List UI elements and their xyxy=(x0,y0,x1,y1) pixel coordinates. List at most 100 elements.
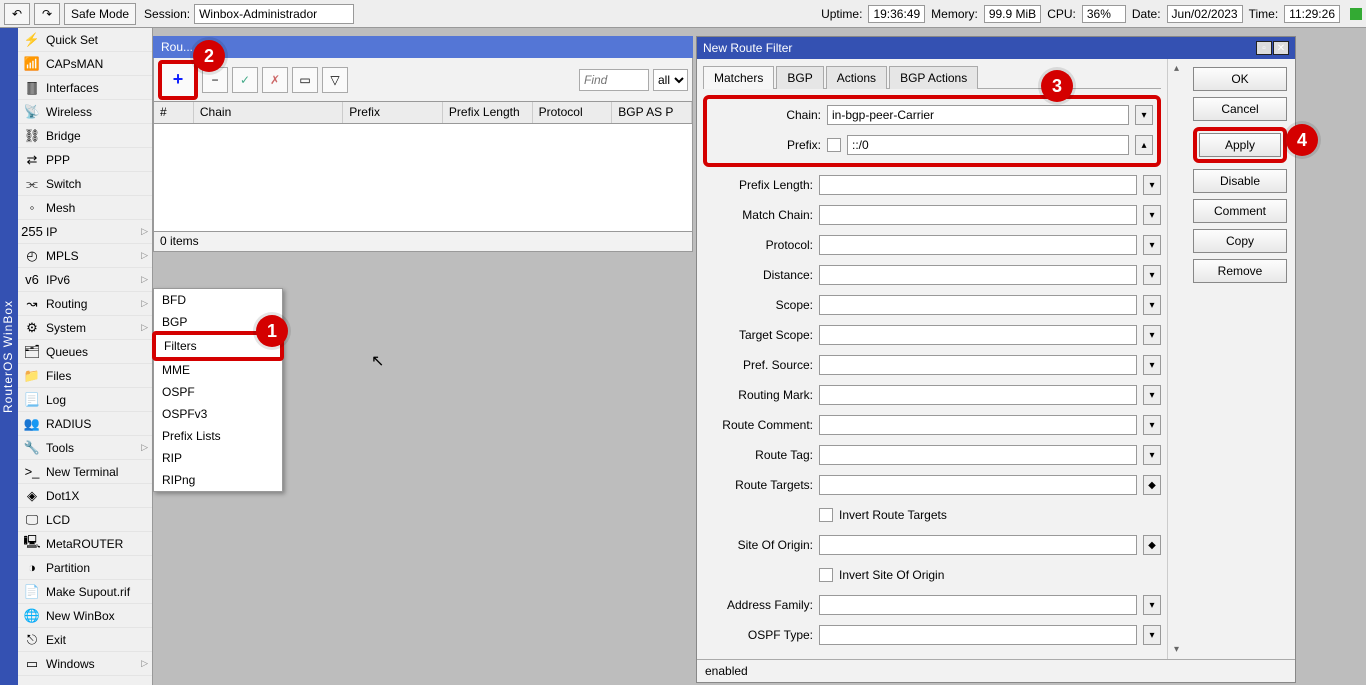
sidebar-item-windows[interactable]: ▭Windows▷ xyxy=(18,652,152,676)
submenu-item-ospf[interactable]: OSPF xyxy=(154,381,282,403)
back-button[interactable]: ↶ xyxy=(4,3,30,25)
disable-button[interactable]: ✗ xyxy=(262,67,288,93)
sidebar-item-mpls[interactable]: ◴MPLS▷ xyxy=(18,244,152,268)
sidebar-item-interfaces[interactable]: 🀫Interfaces xyxy=(18,76,152,100)
field-input[interactable] xyxy=(819,535,1137,555)
sidebar-item-routing[interactable]: ↝Routing▷ xyxy=(18,292,152,316)
field-input[interactable] xyxy=(819,475,1137,495)
field-input[interactable] xyxy=(819,175,1137,195)
submenu-item-prefix-lists[interactable]: Prefix Lists xyxy=(154,425,282,447)
field-input[interactable] xyxy=(819,265,1137,285)
field-input[interactable] xyxy=(819,205,1137,225)
comment-button[interactable]: Comment xyxy=(1193,199,1287,223)
comment-icon-button[interactable]: ▭ xyxy=(292,67,318,93)
dropdown-icon[interactable]: ▾ xyxy=(1143,295,1161,315)
checkbox[interactable] xyxy=(819,508,833,522)
dropdown-icon[interactable]: ◆ xyxy=(1143,475,1161,495)
checkbox[interactable] xyxy=(827,138,841,152)
sidebar-item-quick-set[interactable]: ⚡Quick Set xyxy=(18,28,152,52)
forward-button[interactable]: ↷ xyxy=(34,3,60,25)
tab-matchers[interactable]: Matchers xyxy=(703,66,774,89)
apply-button[interactable]: Apply xyxy=(1199,133,1281,157)
scroll-up-icon[interactable]: ▴ xyxy=(1174,63,1179,74)
tab-bgp-actions[interactable]: BGP Actions xyxy=(889,66,978,89)
filter-funnel-button[interactable]: ▽ xyxy=(322,67,348,93)
dropdown-icon[interactable]: ▾ xyxy=(1143,595,1161,615)
ok-button[interactable]: OK xyxy=(1193,67,1287,91)
sidebar-item-capsman[interactable]: 📶CAPsMAN xyxy=(18,52,152,76)
sidebar-item-ipv6[interactable]: v6IPv6▷ xyxy=(18,268,152,292)
all-select[interactable]: all xyxy=(653,69,688,91)
cancel-button[interactable]: Cancel xyxy=(1193,97,1287,121)
remove-button[interactable]: Remove xyxy=(1193,259,1287,283)
dropdown-icon[interactable]: ▾ xyxy=(1143,415,1161,435)
dialog-titlebar[interactable]: New Route Filter ▫ ✕ xyxy=(697,37,1295,59)
field-input[interactable] xyxy=(819,385,1137,405)
field-input[interactable] xyxy=(819,415,1137,435)
field-input[interactable] xyxy=(819,445,1137,465)
close-icon[interactable]: ✕ xyxy=(1273,41,1289,55)
sidebar-item-new-winbox[interactable]: 🌐New WinBox xyxy=(18,604,152,628)
sidebar-item-dot1x[interactable]: ◈Dot1X xyxy=(18,484,152,508)
field-input[interactable] xyxy=(819,235,1137,255)
checkbox[interactable] xyxy=(819,568,833,582)
column-header-cell[interactable]: Protocol xyxy=(533,102,613,123)
sidebar-item-system[interactable]: ⚙System▷ xyxy=(18,316,152,340)
column-header-cell[interactable]: Prefix xyxy=(343,102,443,123)
sidebar-item-ip[interactable]: 255IP▷ xyxy=(18,220,152,244)
tab-actions[interactable]: Actions xyxy=(826,66,887,89)
sidebar-item-partition[interactable]: ◑Partition xyxy=(18,556,152,580)
column-header-cell[interactable]: # xyxy=(154,102,194,123)
dropdown-icon[interactable]: ▾ xyxy=(1143,175,1161,195)
disable-button[interactable]: Disable xyxy=(1193,169,1287,193)
sidebar-item-files[interactable]: 📁Files xyxy=(18,364,152,388)
copy-button[interactable]: Copy xyxy=(1193,229,1287,253)
tab-bgp[interactable]: BGP xyxy=(776,66,823,89)
sidebar-item-bridge[interactable]: ⛓Bridge xyxy=(18,124,152,148)
submenu-item-bfd[interactable]: BFD xyxy=(154,289,282,311)
field-input[interactable] xyxy=(819,595,1137,615)
dropdown-icon[interactable]: ▾ xyxy=(1143,235,1161,255)
dropdown-icon[interactable]: ▾ xyxy=(1143,355,1161,375)
field-input[interactable] xyxy=(819,355,1137,375)
sidebar-item-switch[interactable]: ⫘Switch xyxy=(18,172,152,196)
dropdown-icon[interactable]: ▴ xyxy=(1135,135,1153,155)
dropdown-icon[interactable]: ▾ xyxy=(1143,205,1161,225)
sidebar-item-lcd[interactable]: 🖵LCD xyxy=(18,508,152,532)
sidebar-item-radius[interactable]: 👥RADIUS xyxy=(18,412,152,436)
scroll-down-icon[interactable]: ▾ xyxy=(1174,644,1179,655)
sidebar-item-queues[interactable]: 🗂Queues xyxy=(18,340,152,364)
sidebar-item-make-supout-rif[interactable]: 📄Make Supout.rif xyxy=(18,580,152,604)
sidebar-item-new-terminal[interactable]: >_New Terminal xyxy=(18,460,152,484)
sidebar-item-tools[interactable]: 🔧Tools▷ xyxy=(18,436,152,460)
submenu-item-mme[interactable]: MME xyxy=(154,359,282,381)
enable-button[interactable]: ✓ xyxy=(232,67,258,93)
scroll-indicator[interactable]: ▴ ▾ xyxy=(1167,59,1185,659)
sidebar-item-wireless[interactable]: 📡Wireless xyxy=(18,100,152,124)
sidebar-item-log[interactable]: 📃Log xyxy=(18,388,152,412)
field-input[interactable] xyxy=(819,625,1137,645)
safe-mode-button[interactable]: Safe Mode xyxy=(64,3,136,25)
sidebar-item-ppp[interactable]: ⇄PPP xyxy=(18,148,152,172)
field-input[interactable] xyxy=(819,325,1137,345)
column-header-cell[interactable]: Chain xyxy=(194,102,343,123)
dropdown-icon[interactable]: ▾ xyxy=(1135,105,1153,125)
field-input[interactable] xyxy=(847,135,1129,155)
submenu-item-ripng[interactable]: RIPng xyxy=(154,469,282,491)
sidebar-item-exit[interactable]: ⎋Exit xyxy=(18,628,152,652)
dropdown-icon[interactable]: ◆ xyxy=(1143,535,1161,555)
column-header-cell[interactable]: Prefix Length xyxy=(443,102,533,123)
dropdown-icon[interactable]: ▾ xyxy=(1143,445,1161,465)
submenu-item-ospfv3[interactable]: OSPFv3 xyxy=(154,403,282,425)
dropdown-icon[interactable]: ▾ xyxy=(1143,385,1161,405)
submenu-item-rip[interactable]: RIP xyxy=(154,447,282,469)
minimize-icon[interactable]: ▫ xyxy=(1256,41,1272,55)
column-header-cell[interactable]: BGP AS P xyxy=(612,102,692,123)
find-input[interactable] xyxy=(579,69,649,91)
sidebar-item-mesh[interactable]: ◦Mesh xyxy=(18,196,152,220)
add-button[interactable]: + xyxy=(158,60,198,100)
dropdown-icon[interactable]: ▾ xyxy=(1143,265,1161,285)
dropdown-icon[interactable]: ▾ xyxy=(1143,325,1161,345)
dropdown-icon[interactable]: ▾ xyxy=(1143,625,1161,645)
sidebar-item-metarouter[interactable]: 🖳MetaROUTER xyxy=(18,532,152,556)
